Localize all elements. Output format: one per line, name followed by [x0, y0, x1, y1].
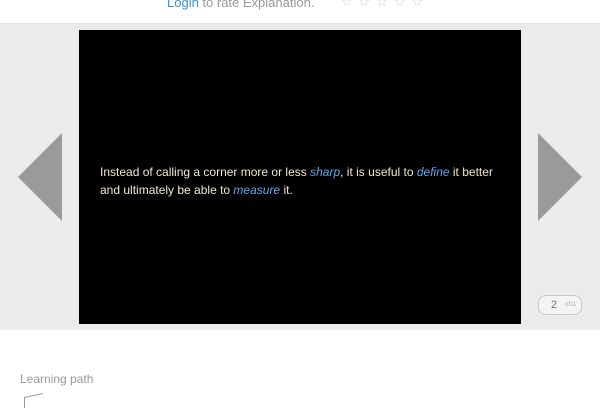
rating-bar: Login to rate Explanation. ☆☆☆☆☆ — [0, 0, 600, 24]
slide-text-segment: Instead of calling a corner more or less — [100, 165, 311, 179]
slide-text-segment: it. — [280, 183, 293, 197]
login-link[interactable]: Login — [167, 0, 199, 10]
rating-stars[interactable]: ☆☆☆☆☆ — [341, 0, 429, 10]
path-icon — [24, 392, 43, 408]
page-total: of11 — [565, 302, 577, 308]
slide-panel: Instead of calling a corner more or less… — [79, 30, 521, 324]
slideshow: Instead of calling a corner more or less… — [0, 24, 600, 330]
learning-path-label: Learning path — [20, 372, 94, 386]
page-current: 2 — [551, 299, 558, 311]
previous-slide-icon[interactable] — [18, 133, 62, 221]
page-indicator[interactable]: 2 of11 — [538, 295, 582, 315]
next-slide-icon[interactable] — [538, 133, 582, 221]
rating-prompt-text: to rate Explanation. — [198, 0, 315, 10]
slide-text-segment: , it is useful to — [340, 165, 417, 179]
slide-emphasis-measure: measure — [233, 183, 281, 197]
rating-prompt: Login to rate Explanation. — [167, 0, 314, 10]
slide-text: Instead of calling a corner more or less… — [100, 163, 510, 199]
slide-emphasis-sharp: sharp — [310, 165, 341, 179]
slide-emphasis-define: define — [416, 165, 450, 179]
